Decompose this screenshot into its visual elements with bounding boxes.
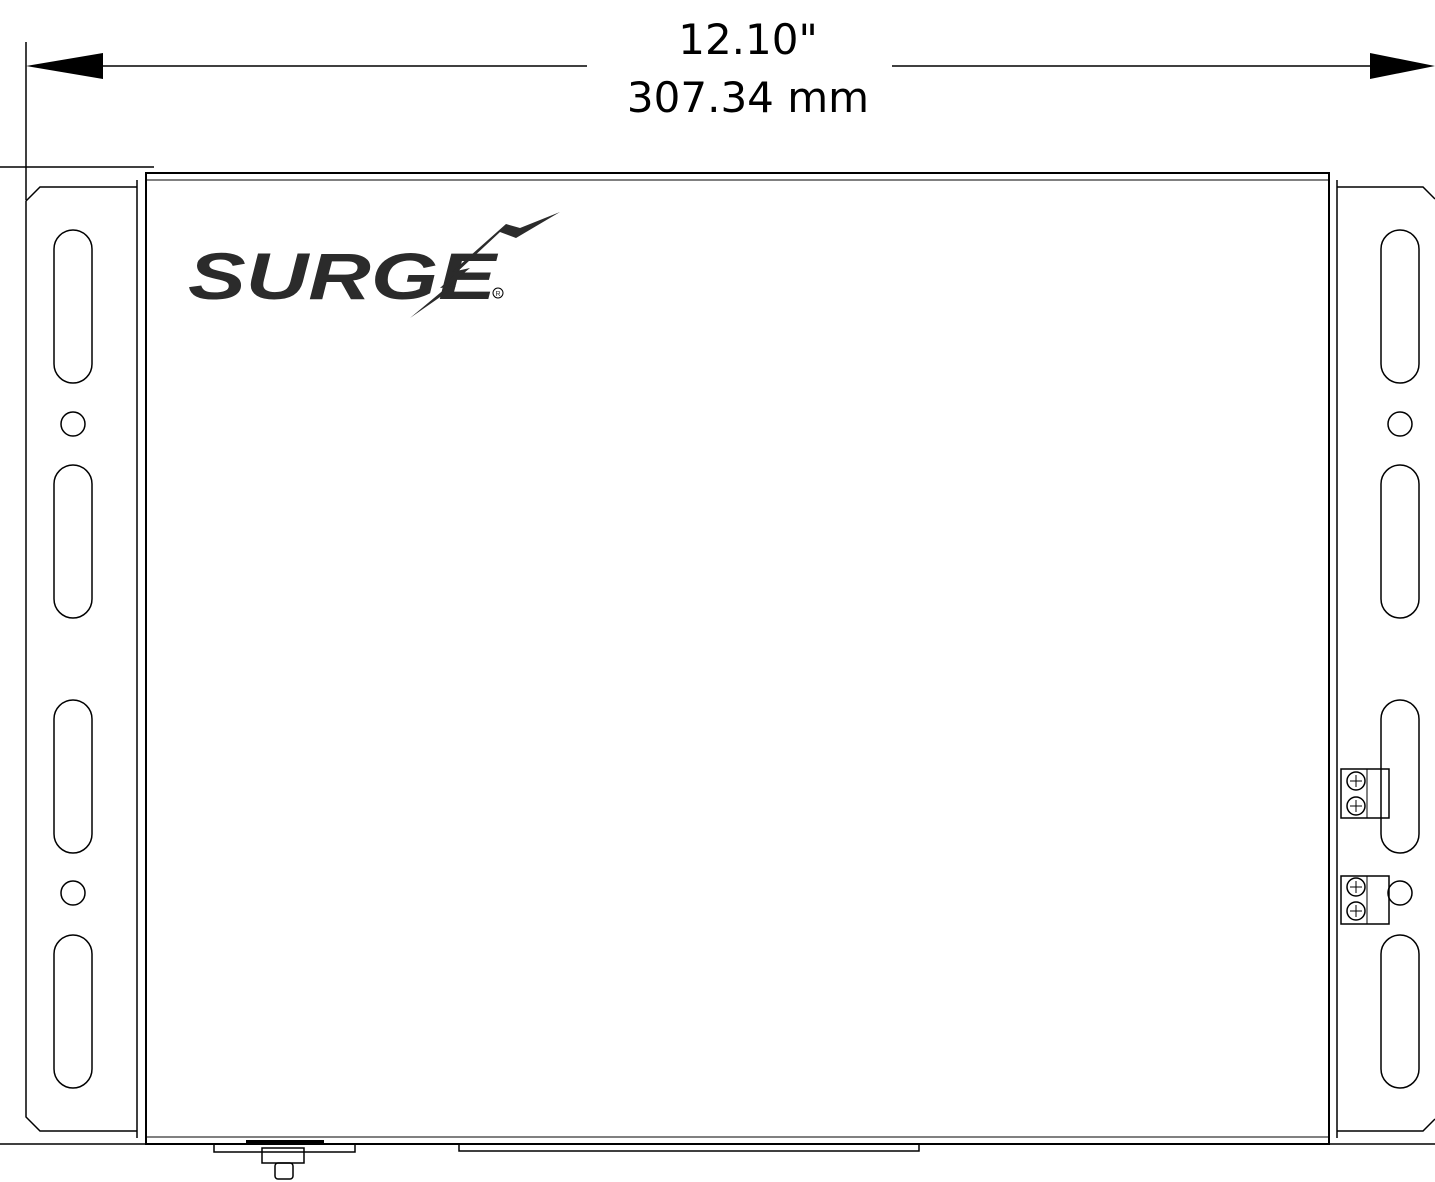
slot-right-4 [1380, 934, 1420, 1089]
terminal-block-upper [1340, 768, 1390, 819]
connector-knob [274, 1162, 294, 1180]
chassis-outer-edge [145, 172, 1330, 1145]
slot-left-4 [53, 934, 93, 1089]
slot-right-3 [1380, 699, 1420, 854]
slot-right-2 [1380, 464, 1420, 619]
mount-hole-left-1 [60, 411, 86, 437]
connector-top-bar [246, 1140, 324, 1144]
logo-wordmark: SURGE [188, 239, 499, 313]
bottom-rail-bar [458, 1143, 920, 1152]
chassis-inner-edge [145, 179, 1330, 1138]
mount-hole-right-2 [1387, 880, 1413, 906]
bottom-connector [213, 1140, 356, 1180]
chassis [136, 172, 1338, 1145]
dimension-mm: 307.34 mm [627, 73, 869, 122]
screw-slot-1 [1350, 775, 1362, 787]
right-bracket-outline [1337, 186, 1435, 1132]
mount-hole-right-1 [1387, 411, 1413, 437]
slot-left-2 [53, 464, 93, 619]
slot-left-1 [53, 229, 93, 384]
screw-slot-3 [1350, 881, 1362, 893]
dimension-drawing: 12.10" 307.34 mm SURGE R [0, 15, 1435, 1180]
terminal-block-lower [1340, 875, 1390, 925]
screw-slot-4 [1350, 905, 1362, 917]
connector-body [261, 1147, 305, 1164]
registered-mark-letter: R [496, 291, 501, 298]
slot-left-3 [53, 699, 93, 854]
slot-right-1 [1380, 229, 1420, 384]
right-mounting-bracket [1337, 186, 1435, 1132]
dimension-inches: 12.10" [678, 15, 818, 64]
screw-slot-2 [1350, 800, 1362, 812]
surgex-logo: SURGE R [188, 212, 560, 318]
left-bracket-outline [25, 186, 137, 1132]
left-arrow-icon [26, 53, 103, 79]
mount-hole-left-2 [60, 880, 86, 906]
left-mounting-bracket [25, 186, 137, 1132]
bottom-rail [458, 1143, 920, 1152]
right-arrow-icon [1370, 53, 1435, 79]
